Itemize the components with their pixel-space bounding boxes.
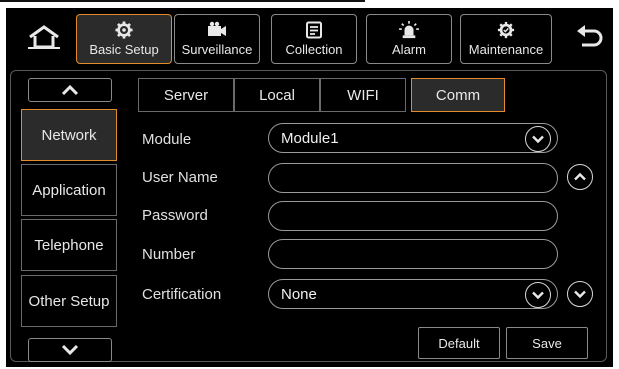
home-icon [28,25,60,49]
sidebar-scroll-up-button[interactable] [28,78,112,102]
tab-alarm[interactable]: Alarm [366,14,452,64]
subtab-label: Comm [435,86,481,104]
chevron-down-icon [532,135,544,143]
sidebar-item-label: Network [41,126,97,144]
number-field[interactable] [268,239,558,269]
tab-basic-setup[interactable]: Basic Setup [76,14,172,64]
scroll-down-button[interactable] [567,281,593,307]
tab-maintenance[interactable]: Maintenance [460,14,552,64]
sidebar-item-label: Application [32,181,106,199]
subtab-wifi[interactable]: WIFI [320,78,406,112]
tab-label: Maintenance [468,42,544,57]
chevron-down-icon [532,291,544,299]
chevron-up-icon [574,172,586,181]
module-label: Module [142,131,192,148]
top-rule [0,0,365,2]
sidebar-item-label: Telephone [34,236,104,254]
dvr-settings-screen: Basic Setup Surveillance Collection Alar… [6,8,613,367]
alarm-light-icon [399,21,419,39]
chevron-up-icon [61,84,79,96]
certification-dropdown-button[interactable] [525,281,551,308]
certification-value: None [281,285,317,303]
tab-collection[interactable]: Collection [271,14,357,64]
default-button[interactable]: Default [418,327,500,359]
certification-label: Certification [142,286,222,303]
module-select[interactable]: Module1 [268,123,558,153]
back-button[interactable] [574,24,604,50]
gear-icon [115,21,133,39]
save-button-label: Save [532,335,562,351]
tab-label: Alarm [392,42,426,57]
tab-surveillance[interactable]: Surveillance [174,14,260,64]
document-icon [306,21,322,39]
sidebar-item-application[interactable]: Application [21,164,117,216]
sidebar-item-label: Other Setup [28,292,110,310]
username-label: User Name [142,169,218,186]
password-label: Password [142,207,208,224]
maintenance-gear-icon [497,21,515,39]
subtab-label: WIFI [347,86,379,104]
chevron-down-icon [574,290,586,299]
sidebar-item-telephone[interactable]: Telephone [21,219,117,271]
subtab-label: Local [259,86,295,104]
tab-label: Surveillance [181,42,253,57]
back-arrow-icon [577,25,603,47]
password-field[interactable] [268,201,558,231]
subtab-label: Server [163,86,209,104]
number-label: Number [142,246,196,263]
sidebar-scroll-down-button[interactable] [28,338,112,362]
module-dropdown-button[interactable] [525,125,551,152]
subtab-server[interactable]: Server [138,78,234,112]
save-button[interactable]: Save [506,327,588,359]
sidebar-item-other-setup[interactable]: Other Setup [21,275,117,327]
top-menu-bar: Basic Setup Surveillance Collection Alar… [6,8,613,70]
tab-label: Basic Setup [89,42,159,57]
home-button[interactable] [26,24,62,50]
subtab-local[interactable]: Local [234,78,320,112]
sidebar-item-network[interactable]: Network [21,109,117,161]
scroll-up-button[interactable] [567,164,593,190]
username-field[interactable] [268,163,558,193]
subtab-comm[interactable]: Comm [411,78,505,112]
chevron-down-icon [61,344,79,356]
module-value: Module1 [281,129,339,147]
default-button-label: Default [438,335,480,351]
tab-label: Collection [285,42,343,57]
certification-select[interactable]: None [268,279,558,309]
camera-icon [208,21,226,36]
